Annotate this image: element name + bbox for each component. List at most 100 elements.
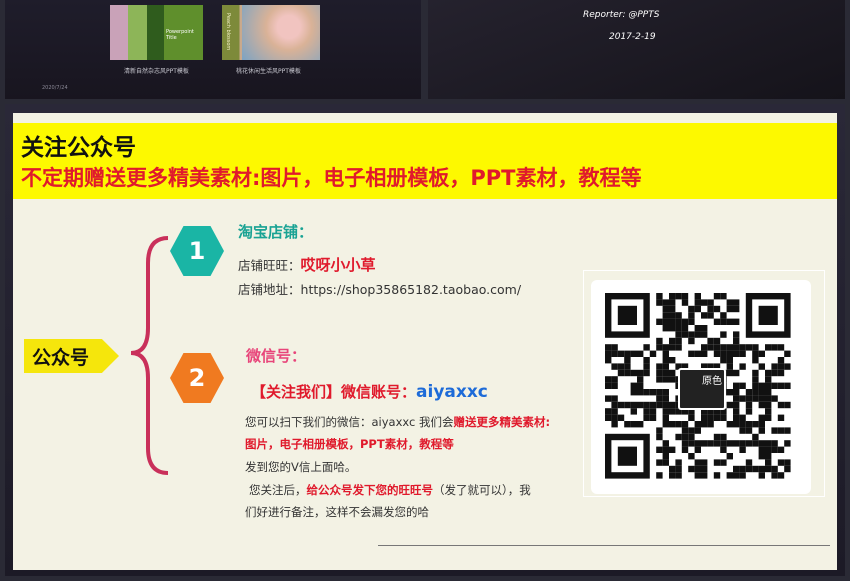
qr-module xyxy=(726,357,733,364)
para-line-5: 们好进行备注，这样不会漏发您的哈 xyxy=(245,505,429,519)
qr-module xyxy=(656,337,663,345)
qr-module xyxy=(662,357,669,364)
qr-module xyxy=(611,363,618,370)
qr-module xyxy=(758,421,765,428)
qr-module xyxy=(649,401,657,409)
qr-module xyxy=(656,293,663,300)
qr-module xyxy=(701,344,708,351)
qr-module xyxy=(611,395,618,402)
qr-module xyxy=(630,350,637,357)
qr-module xyxy=(605,376,612,383)
thumbnail-peach-template[interactable]: Peach blossom xyxy=(222,5,320,60)
thumbnail-leaf-column xyxy=(128,5,147,60)
qr-module xyxy=(669,325,676,332)
qr-module xyxy=(681,331,689,338)
qr-module xyxy=(733,350,740,357)
qr-module xyxy=(662,414,669,421)
qr-module xyxy=(688,312,695,319)
qr-module xyxy=(701,331,708,338)
qr-module xyxy=(758,401,765,409)
qr-finder xyxy=(758,305,778,325)
qr-module xyxy=(720,440,727,447)
step-1-badge: 1 xyxy=(170,226,224,276)
qr-module xyxy=(745,421,753,428)
template-preview-left[interactable]: Powerpoint Title Peach blossom 清新自然杂志风PP… xyxy=(5,0,421,99)
qr-module xyxy=(713,414,721,421)
qr-module xyxy=(701,459,708,466)
qr-module xyxy=(726,305,733,313)
qr-module xyxy=(784,382,791,389)
qr-module xyxy=(669,312,676,319)
qr-module xyxy=(624,363,631,370)
qr-module xyxy=(733,305,740,313)
qr-module xyxy=(765,395,772,402)
qr-module xyxy=(777,357,785,364)
qr-module xyxy=(681,440,689,447)
qr-module xyxy=(745,395,753,402)
qr-module xyxy=(784,440,791,447)
qr-module xyxy=(617,363,625,370)
qr-module xyxy=(656,389,663,396)
qr-module xyxy=(765,453,772,460)
qr-module xyxy=(752,433,759,441)
thumbnail-nature-template[interactable]: Powerpoint Title xyxy=(110,5,203,60)
qr-module xyxy=(765,382,772,389)
qr-module xyxy=(662,312,669,319)
qr-module xyxy=(777,382,785,389)
qr-module xyxy=(777,369,785,377)
qr-module xyxy=(630,421,637,428)
qr-module xyxy=(784,427,791,434)
qr-module xyxy=(637,389,644,396)
qr-module xyxy=(605,357,612,364)
qr-module xyxy=(669,344,676,351)
qr-module xyxy=(643,414,650,421)
qr-module xyxy=(745,401,753,409)
qr-module xyxy=(758,350,765,357)
qr-module xyxy=(745,459,753,466)
qr-module xyxy=(726,453,733,460)
qr-module xyxy=(707,312,714,319)
qr-module xyxy=(675,337,682,345)
qr-module xyxy=(624,421,631,428)
qr-module xyxy=(739,446,746,453)
qr-module xyxy=(662,325,669,332)
qr-module xyxy=(739,440,746,447)
qr-module xyxy=(765,389,772,396)
qr-module xyxy=(669,299,676,306)
para-line-1: 您可以扫下我们的微信：aiyaxxc 我们会赠送更多精美素材: xyxy=(245,414,550,430)
qr-module xyxy=(733,344,740,351)
qr-module xyxy=(726,350,733,357)
qr-module xyxy=(707,299,714,306)
qr-module xyxy=(675,318,682,325)
qr-module xyxy=(765,369,772,377)
qr-module xyxy=(611,408,618,415)
qr-module xyxy=(630,389,637,396)
para-line-3: 发到您的V信上面哈。 xyxy=(245,460,357,474)
qr-module xyxy=(758,446,765,453)
qr-module xyxy=(656,363,663,370)
qr-module xyxy=(758,363,765,370)
qr-finder xyxy=(617,446,637,466)
qr-module xyxy=(688,427,695,434)
template-preview-right[interactable]: Reporter: @PPTS 2017-2-19 xyxy=(428,0,845,99)
qr-module xyxy=(605,382,612,389)
preview-date: 2020/7/24 xyxy=(42,85,68,91)
qr-module xyxy=(726,389,733,396)
qr-module xyxy=(681,299,689,306)
qr-module xyxy=(617,369,625,377)
qr-module xyxy=(777,459,785,466)
qr-module xyxy=(758,427,765,434)
shop-url-link[interactable]: https://shop35865182.taobao.com/ xyxy=(301,282,522,297)
qr-module xyxy=(733,369,740,377)
qr-module xyxy=(637,350,644,357)
wangwang-label: 店铺旺旺： xyxy=(238,258,301,273)
qr-module xyxy=(726,318,733,325)
qr-module xyxy=(771,446,778,453)
qr-module xyxy=(694,446,701,453)
qr-module xyxy=(605,344,612,351)
address-label: 店铺地址： xyxy=(238,282,301,297)
banner: 关注公众号 不定期赠送更多精美素材:图片，电子相册模板，PPT素材，教程等 xyxy=(13,123,837,199)
qr-module xyxy=(681,446,689,453)
qr-module xyxy=(617,414,625,421)
qr-module xyxy=(758,453,765,460)
